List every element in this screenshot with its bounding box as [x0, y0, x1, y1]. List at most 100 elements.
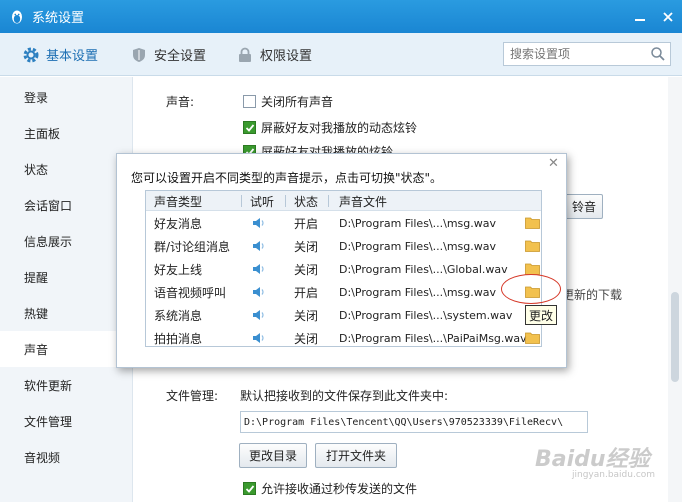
search-box[interactable]: [503, 42, 671, 66]
column-header-status: 状态: [294, 194, 319, 209]
sidebar-item-label: 声音: [24, 342, 49, 357]
sidebar-item-main-panel[interactable]: 主面板: [0, 115, 133, 151]
sidebar-item-label: 状态: [24, 162, 49, 177]
sidebar-item-label: 软件更新: [24, 378, 73, 393]
mute-all-checkbox[interactable]: 关闭所有声音: [243, 93, 333, 110]
receive-folder-path-field[interactable]: D:\Program Files\Tencent\QQ\Users\970523…: [240, 411, 588, 433]
change-directory-button[interactable]: 更改目录: [239, 443, 307, 468]
checkbox-box[interactable]: [243, 121, 256, 134]
sidebar-item-label: 音视频: [24, 450, 61, 465]
lock-icon: [236, 46, 254, 64]
change-tooltip: 更改: [525, 305, 558, 325]
status-cell[interactable]: 开启: [294, 281, 318, 304]
speaker-icon[interactable]: [252, 331, 266, 346]
minimize-icon[interactable]: [626, 0, 654, 33]
sidebar-item-info-display[interactable]: 信息展示: [0, 223, 133, 259]
column-divider: [285, 195, 286, 207]
column-header-preview: 试听: [250, 194, 275, 209]
speaker-icon[interactable]: [252, 285, 266, 302]
allow-instant-transfer-checkbox[interactable]: 允许接收通过秒传发送的文件: [243, 480, 417, 497]
settings-tabbar: 基本设置 安全设置 权限设置: [0, 33, 682, 76]
table-row[interactable]: 语音视频呼叫 开启 D:\Program Files\...\msg.wav: [146, 281, 541, 304]
file-mgmt-label: 文件管理:: [166, 389, 219, 403]
sound-types-dialog: ✕ 您可以设置开启不同类型的声音提示，点击可切换"状态"。 声音类型 试听 状态…: [116, 153, 567, 368]
sidebar-item-sound[interactable]: 声音: [0, 331, 134, 367]
sound-file-cell: D:\Program Files\...\msg.wav: [339, 240, 497, 253]
sidebar-item-chat-window[interactable]: 会话窗口: [0, 187, 133, 223]
dialog-message: 您可以设置开启不同类型的声音提示，点击可切换"状态"。: [131, 171, 443, 185]
sound-type-cell: 好友上线: [154, 263, 203, 277]
sidebar-item-audio-video[interactable]: 音视频: [0, 439, 133, 475]
gear-icon: [22, 46, 40, 64]
status-cell[interactable]: 关闭: [294, 304, 318, 327]
sidebar-item-login[interactable]: 登录: [0, 79, 133, 115]
tab-security-settings[interactable]: 安全设置: [130, 33, 206, 76]
search-input[interactable]: [510, 47, 650, 61]
table-row[interactable]: 好友消息 开启 D:\Program Files\...\msg.wav: [146, 212, 541, 235]
speaker-icon[interactable]: [252, 216, 266, 233]
checkmark-icon: [245, 484, 254, 493]
speaker-icon[interactable]: [252, 239, 266, 256]
sidebar-item-status[interactable]: 状态: [0, 151, 133, 187]
column-divider: [241, 195, 242, 207]
block-dynamic-ringtone-checkbox[interactable]: 屏蔽好友对我播放的动态炫铃: [243, 119, 417, 136]
sidebar-item-label: 会话窗口: [24, 198, 73, 213]
sidebar-item-label: 信息展示: [24, 234, 73, 249]
folder-icon[interactable]: [525, 331, 540, 346]
column-divider: [328, 195, 329, 207]
main-scrollbar[interactable]: [668, 77, 682, 502]
sidebar-item-label: 文件管理: [24, 414, 73, 429]
status-cell[interactable]: 关闭: [294, 235, 318, 258]
tab-label: 基本设置: [46, 49, 99, 64]
sidebar-item-hotkey[interactable]: 热键: [0, 295, 133, 331]
scrollbar-thumb[interactable]: [671, 292, 679, 382]
dialog-close-icon[interactable]: ✕: [548, 157, 560, 170]
table-row[interactable]: 群/讨论组消息 关闭 D:\Program Files\...\msg.wav: [146, 235, 541, 258]
sound-file-cell: D:\Program Files\...\system.wav: [339, 309, 513, 322]
sidebar-item-software-update[interactable]: 软件更新: [0, 367, 133, 403]
status-cell[interactable]: 关闭: [294, 327, 318, 346]
settings-sidebar: 登录 主面板 状态 会话窗口 信息展示 提醒 热键 声音 软件更新 文件管理 音…: [0, 77, 134, 502]
checkbox-label: 屏蔽好友对我播放的动态炫铃: [261, 121, 418, 135]
sidebar-item-label: 热键: [24, 306, 49, 321]
sound-types-table: 声音类型 试听 状态 声音文件 好友消息 开启 D:\Program Files…: [145, 190, 542, 347]
sound-type-cell: 语音视频呼叫: [154, 286, 227, 300]
status-cell[interactable]: 开启: [294, 212, 318, 235]
speaker-icon[interactable]: [252, 262, 266, 279]
sound-file-cell: D:\Program Files\...\msg.wav: [339, 286, 497, 299]
sound-type-cell: 拍拍消息: [154, 332, 203, 346]
window-title: 系统设置: [32, 11, 85, 26]
sound-type-cell: 好友消息: [154, 217, 203, 231]
sound-type-cell: 系统消息: [154, 309, 203, 323]
folder-icon[interactable]: [525, 239, 540, 255]
checkbox-box[interactable]: [243, 482, 256, 495]
column-header-sound-file: 声音文件: [339, 194, 388, 209]
table-row[interactable]: 系统消息 关闭 D:\Program Files\...\system.wav: [146, 304, 541, 327]
file-mgmt-desc: 默认把接收到的文件保存到此文件夹中:: [240, 389, 449, 403]
sidebar-item-reminder[interactable]: 提醒: [0, 259, 133, 295]
open-folder-button[interactable]: 打开文件夹: [315, 443, 397, 468]
sound-file-cell: D:\Program Files\...\Global.wav: [339, 263, 508, 276]
checkmark-icon: [245, 123, 254, 132]
speaker-icon[interactable]: [252, 308, 266, 325]
tab-basic-settings[interactable]: 基本设置: [22, 33, 98, 76]
qq-penguin-icon: [8, 8, 26, 26]
checkbox-label: 关闭所有声音: [261, 95, 334, 109]
search-icon[interactable]: [650, 46, 666, 65]
sound-file-cell: D:\Program Files\...\PaiPaiMsg.wav: [339, 332, 527, 345]
checkbox-box[interactable]: [243, 95, 256, 108]
close-icon[interactable]: [654, 0, 682, 33]
table-header: 声音类型 试听 状态 声音文件: [146, 191, 541, 211]
sound-type-cell: 群/讨论组消息: [154, 240, 231, 254]
table-row[interactable]: 好友上线 关闭 D:\Program Files\...\Global.wav: [146, 258, 541, 281]
tab-label: 安全设置: [154, 49, 207, 64]
sidebar-item-file-management[interactable]: 文件管理: [0, 403, 133, 439]
sound-file-cell: D:\Program Files\...\msg.wav: [339, 217, 497, 230]
tab-permission-settings[interactable]: 权限设置: [236, 33, 312, 76]
folder-icon[interactable]: [525, 216, 540, 232]
status-cell[interactable]: 关闭: [294, 258, 318, 281]
button-label: 铃音: [571, 200, 596, 214]
sidebar-item-label: 主面板: [24, 126, 61, 141]
sidebar-item-label: 登录: [24, 90, 49, 105]
table-row[interactable]: 拍拍消息 关闭 D:\Program Files\...\PaiPaiMsg.w…: [146, 327, 541, 346]
